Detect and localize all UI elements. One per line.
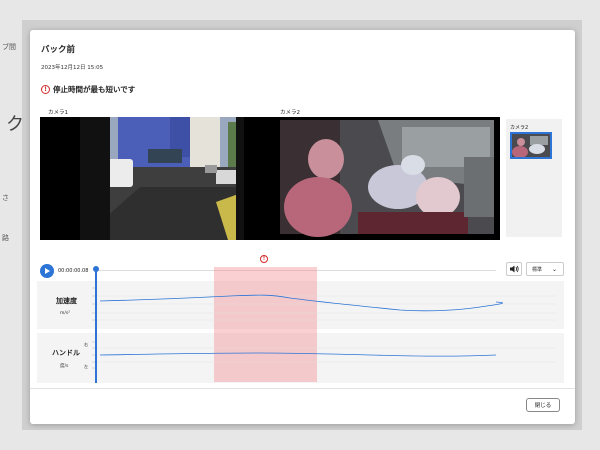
background-text: 路 xyxy=(2,234,9,242)
playhead-handle[interactable] xyxy=(93,266,99,272)
sensor-lines xyxy=(92,287,556,369)
background-text: ブ間 xyxy=(2,43,16,51)
footer-divider xyxy=(30,388,575,389)
playhead-line[interactable] xyxy=(95,268,97,383)
close-button[interactable]: 閉じる xyxy=(526,398,560,412)
background-text: さ xyxy=(2,194,9,202)
event-detail-modal: バック前 2023年12月12日 15:05 ! 停止時間が最も短いです カメラ… xyxy=(30,30,575,424)
background-text: ク xyxy=(6,114,24,135)
